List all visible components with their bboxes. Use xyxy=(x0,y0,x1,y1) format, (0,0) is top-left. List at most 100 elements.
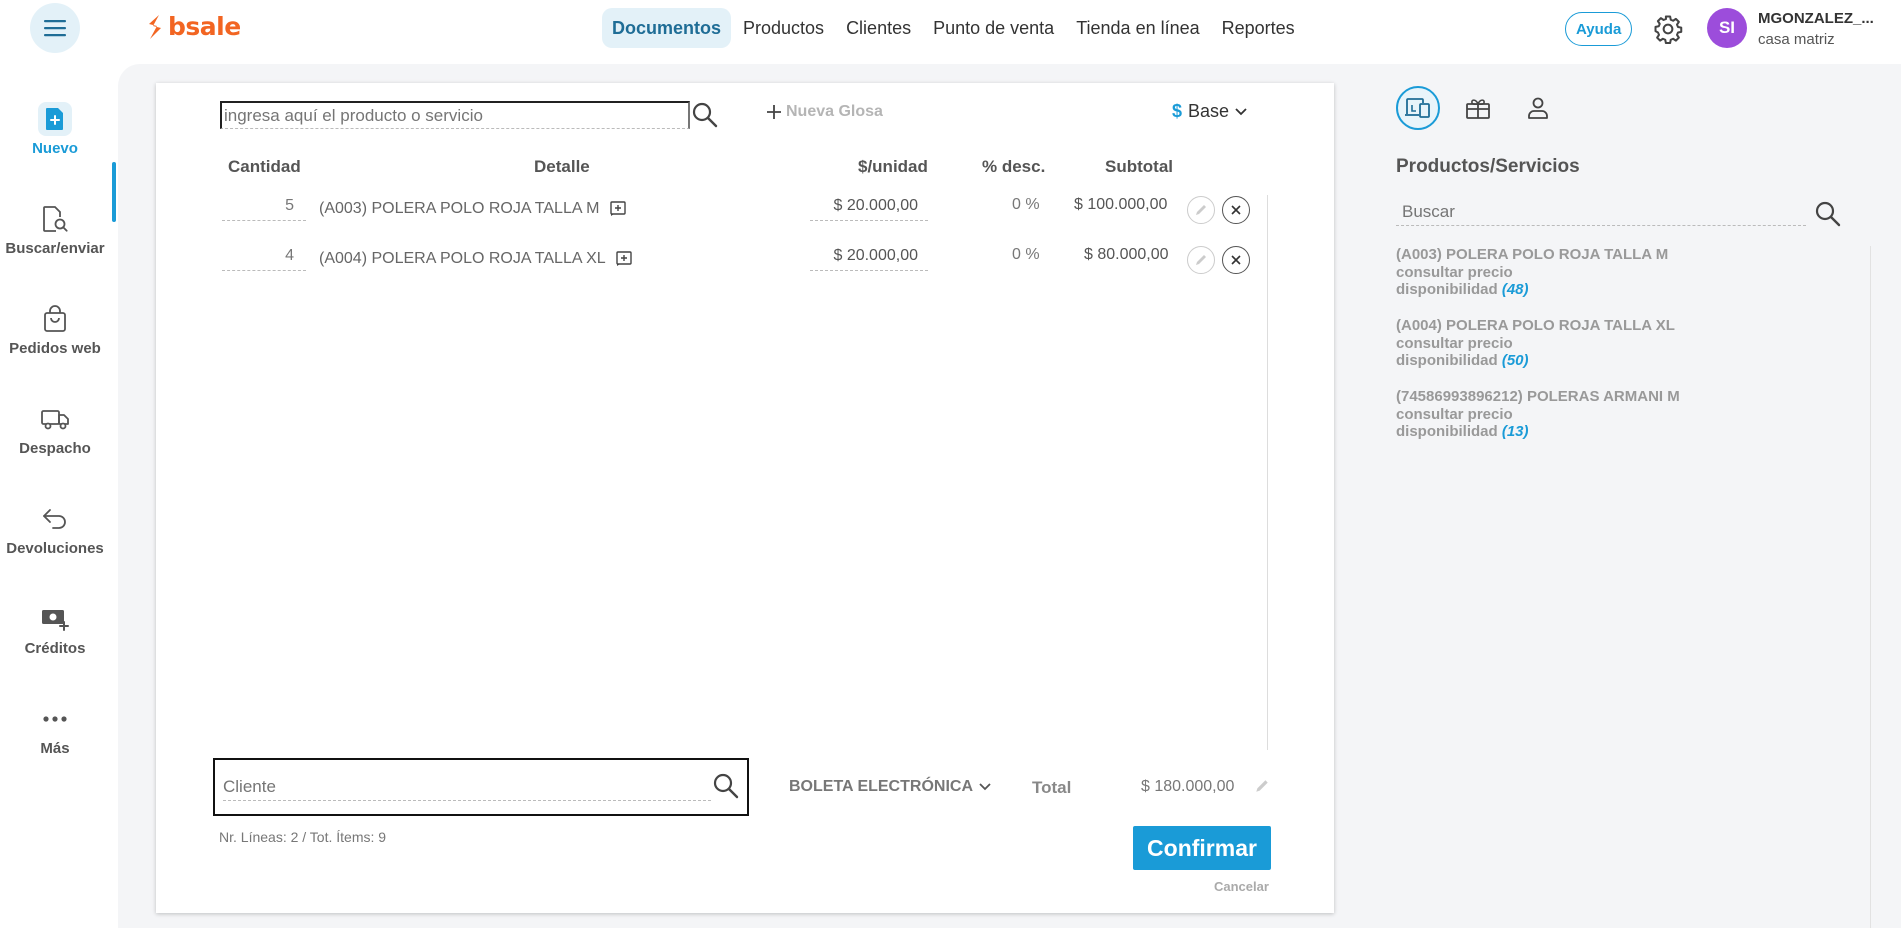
total-label: Total xyxy=(1032,778,1072,797)
nav-tienda-en-linea[interactable]: Tienda en línea xyxy=(1066,8,1209,48)
main-nav: Documentos Productos Clientes Punto de v… xyxy=(602,8,1305,48)
gear-icon[interactable] xyxy=(1653,14,1683,44)
document-search-icon xyxy=(43,206,68,232)
sidebar-item-buscar-enviar[interactable]: Buscar/enviar xyxy=(0,202,110,257)
tab-gift[interactable] xyxy=(1456,86,1500,130)
product-price: consultar precio xyxy=(1396,263,1513,281)
gift-icon xyxy=(1466,99,1490,119)
nav-clientes[interactable]: Clientes xyxy=(836,8,921,48)
tab-products[interactable] xyxy=(1396,86,1440,130)
sidebar-active-marker xyxy=(112,162,116,222)
col-detalle: Detalle xyxy=(534,157,590,176)
availability-label: disponibilidad xyxy=(1396,423,1498,440)
cancel-link[interactable]: Cancelar xyxy=(1214,879,1269,894)
product-list-item[interactable]: (74586993896212) POLERAS ARMANI M consul… xyxy=(1396,388,1680,441)
col-subtotal: Subtotal xyxy=(1105,157,1173,176)
currency-symbol: $ xyxy=(1172,101,1183,121)
line-detail: (A003) POLERA POLO ROJA TALLA M xyxy=(319,200,626,218)
top-bar: bsale Documentos Productos Clientes Punt… xyxy=(0,0,1901,58)
close-icon xyxy=(1231,255,1241,265)
nueva-glosa-button[interactable]: Nueva Glosa xyxy=(766,103,883,121)
close-icon xyxy=(1231,205,1241,215)
confirm-button[interactable]: Confirmar xyxy=(1133,826,1271,870)
delete-line-button[interactable] xyxy=(1222,246,1250,274)
sidebar-item-nuevo[interactable]: Nuevo xyxy=(0,102,110,157)
col-discount: % desc. xyxy=(982,157,1046,176)
document-type-value: BOLETA ELECTRÓNICA xyxy=(789,778,973,795)
product-name: (74586993896212) POLERAS ARMANI M xyxy=(1396,388,1680,405)
pencil-icon[interactable] xyxy=(1254,778,1270,794)
line-subtotal: $ 100.000,00 xyxy=(1074,196,1168,213)
nav-documentos[interactable]: Documentos xyxy=(602,8,732,48)
edit-line-button[interactable] xyxy=(1187,246,1215,274)
chevron-down-icon xyxy=(1235,107,1247,115)
line-detail-text: (A003) POLERA POLO ROJA TALLA M xyxy=(319,200,600,217)
search-icon[interactable] xyxy=(691,101,719,129)
nav-punto-de-venta[interactable]: Punto de venta xyxy=(923,8,1064,48)
delete-line-button[interactable] xyxy=(1222,196,1250,224)
add-note-icon[interactable] xyxy=(615,251,632,267)
avatar[interactable]: SI xyxy=(1707,8,1747,48)
sidebar-item-label: Más xyxy=(40,740,70,757)
plus-icon xyxy=(767,105,781,119)
product-search-input[interactable] xyxy=(220,101,690,129)
chevron-down-icon xyxy=(979,783,991,791)
product-list-item[interactable]: (A003) POLERA POLO ROJA TALLA M consulta… xyxy=(1396,246,1668,299)
sidebar-item-mas[interactable]: Más xyxy=(0,702,110,757)
document-card: Nueva Glosa $ Base Cantidad Detalle $/un… xyxy=(156,83,1334,913)
qty-field[interactable]: 5 xyxy=(222,197,306,221)
col-cantidad: Cantidad xyxy=(228,157,301,176)
sidebar-item-label: Créditos xyxy=(24,640,86,657)
pencil-icon xyxy=(1196,205,1206,215)
col-unit-price: $/unidad xyxy=(858,157,928,176)
search-icon[interactable] xyxy=(1814,200,1842,228)
sidebar-item-label: Nuevo xyxy=(32,140,78,157)
panel-title: Productos/Servicios xyxy=(1396,156,1580,177)
user-branch: casa matriz xyxy=(1758,31,1835,48)
products-icon xyxy=(1405,98,1430,118)
product-list-item[interactable]: (A004) POLERA POLO ROJA TALLA XL consult… xyxy=(1396,317,1675,370)
availability-count: (48) xyxy=(1501,281,1529,298)
availability-count: (13) xyxy=(1501,423,1529,440)
line-discount: 0 % xyxy=(1012,246,1040,263)
money-add-icon xyxy=(42,610,69,631)
menu-button[interactable] xyxy=(30,3,80,53)
new-document-icon xyxy=(46,108,63,130)
user-name[interactable]: MGONZALEZ_... xyxy=(1758,10,1874,27)
sidebar-item-label: Pedidos web xyxy=(9,340,101,357)
lines-summary: Nr. Líneas: 2 / Tot. Ítems: 9 xyxy=(219,829,387,845)
sidebar-item-despacho[interactable]: Despacho xyxy=(0,402,110,457)
client-input[interactable] xyxy=(223,773,711,801)
brand-name: bsale xyxy=(168,12,241,41)
brand-logo[interactable]: bsale xyxy=(146,12,241,41)
sidebar-item-pedidos-web[interactable]: Pedidos web xyxy=(0,302,110,357)
product-panel-search-input[interactable] xyxy=(1396,198,1806,226)
search-icon[interactable] xyxy=(712,772,740,800)
nueva-glosa-label: Nueva Glosa xyxy=(786,103,883,120)
unit-price-field[interactable]: $ 20.000,00 xyxy=(810,247,928,271)
nav-productos[interactable]: Productos xyxy=(733,8,834,48)
sidebar-item-label: Despacho xyxy=(19,440,91,457)
add-note-icon[interactable] xyxy=(610,201,626,217)
qty-field[interactable]: 4 xyxy=(222,247,306,271)
product-price: consultar precio xyxy=(1396,405,1513,423)
line-detail: (A004) POLERA POLO ROJA TALLA XL xyxy=(319,250,632,268)
document-type-select[interactable]: BOLETA ELECTRÓNICA xyxy=(789,778,991,796)
help-button[interactable]: Ayuda xyxy=(1565,12,1633,46)
line-discount: 0 % xyxy=(1012,196,1040,213)
product-price: consultar precio xyxy=(1396,334,1513,352)
price-list-value: Base xyxy=(1188,101,1230,121)
nav-reportes[interactable]: Reportes xyxy=(1212,8,1305,48)
edit-line-button[interactable] xyxy=(1187,196,1215,224)
sidebar-item-creditos[interactable]: Créditos xyxy=(0,602,110,657)
sidebar-item-devoluciones[interactable]: Devoluciones xyxy=(0,502,110,557)
panel-scroll-track xyxy=(1870,246,1871,928)
line-detail-text: (A004) POLERA POLO ROJA TALLA XL xyxy=(319,250,606,267)
return-arrow-icon xyxy=(43,509,66,529)
hamburger-icon xyxy=(44,20,66,37)
bsale-logo-icon xyxy=(149,14,161,39)
client-search-box xyxy=(213,758,749,816)
unit-price-field[interactable]: $ 20.000,00 xyxy=(810,197,928,221)
tab-client[interactable] xyxy=(1516,86,1560,130)
price-list-select[interactable]: $ Base xyxy=(1172,101,1247,122)
